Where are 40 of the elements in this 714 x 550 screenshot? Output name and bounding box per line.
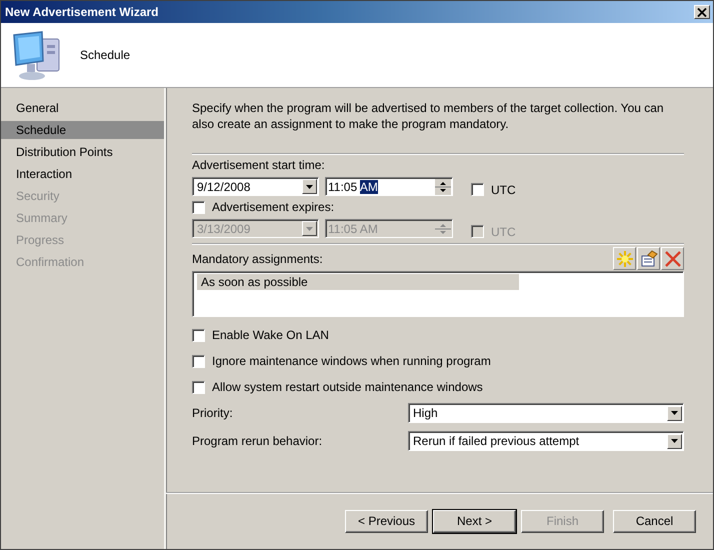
- checkbox[interactable]: [192, 354, 205, 368]
- checkbox-label: Ignore maintenance windows when running program: [212, 354, 491, 368]
- close-icon: [697, 8, 707, 16]
- field-label: Mandatory assignments:: [192, 252, 323, 267]
- wizard-button[interactable]: Next >: [433, 510, 516, 532]
- checkbox[interactable]: [192, 380, 205, 394]
- document-icon: [640, 250, 658, 268]
- wizard-step[interactable]: Schedule: [1, 121, 164, 139]
- field-label: Program rerun behavior:: [192, 434, 322, 448]
- intro-text: Specify when the program will be advertised to members of the target collection. You can also create an assignment to make the program mandatory.: [192, 100, 665, 132]
- properties-button[interactable]: [637, 247, 660, 270]
- page-heading: Schedule: [80, 48, 130, 62]
- wizard-step[interactable]: General: [1, 99, 164, 117]
- delete-icon: [664, 250, 682, 268]
- rerun-dropdown[interactable]: Rerun if failed previous attempt: [408, 431, 684, 451]
- checkbox-label: UTC: [491, 182, 516, 196]
- checkbox[interactable]: [471, 225, 484, 238]
- field-label: Advertisement start time:: [192, 158, 326, 173]
- wizard-step[interactable]: Distribution Points: [1, 143, 164, 161]
- delete-button[interactable]: [661, 247, 684, 270]
- new-button[interactable]: [613, 247, 636, 270]
- date-picker[interactable]: 9/12/2008: [192, 177, 319, 196]
- checkbox[interactable]: [471, 183, 484, 196]
- list-item[interactable]: As soon as possible: [197, 274, 519, 290]
- wizard-button[interactable]: Cancel: [613, 510, 696, 532]
- sunburst-icon: [616, 250, 634, 268]
- window-title: New Advertisement Wizard: [5, 5, 158, 19]
- checkbox-label: Allow system restart outside maintenance windows: [212, 380, 483, 394]
- checkbox[interactable]: [192, 200, 205, 214]
- close-button[interactable]: [694, 5, 710, 19]
- field-label: Priority:: [192, 406, 233, 420]
- spin-arrows-icon: [435, 178, 451, 194]
- checkbox-label: UTC: [491, 224, 516, 238]
- checkbox[interactable]: [192, 328, 205, 342]
- wizard-button[interactable]: < Previous: [345, 510, 428, 532]
- checkbox-label: Advertisement expires:: [212, 200, 334, 214]
- time-field[interactable]: 11:05 AM: [325, 177, 453, 196]
- wizard-step[interactable]: Interaction: [1, 165, 164, 183]
- priority-dropdown[interactable]: High: [408, 403, 684, 423]
- checkbox-label: Enable Wake On LAN: [212, 328, 329, 342]
